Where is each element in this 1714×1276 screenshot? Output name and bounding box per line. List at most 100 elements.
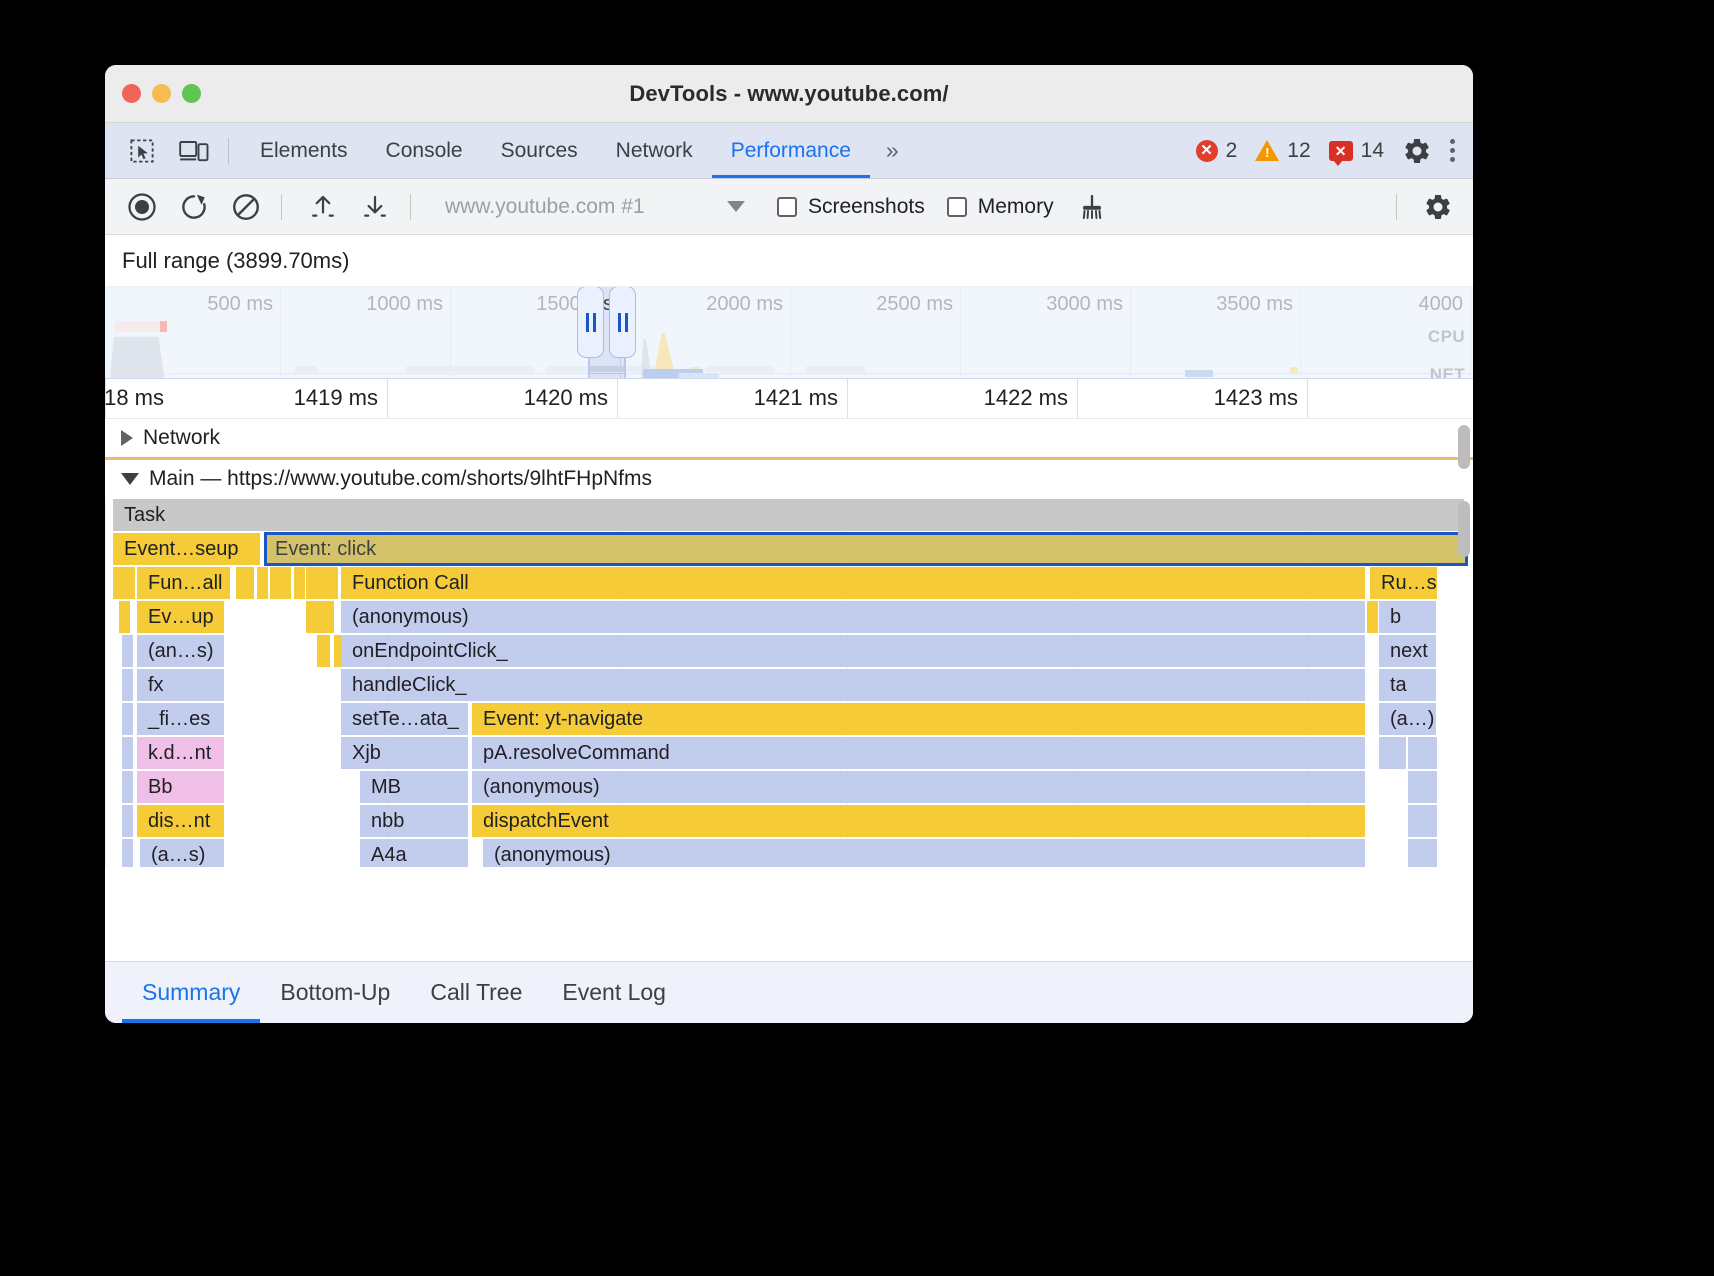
flame-bar-sliver[interactable] xyxy=(122,737,133,769)
flame-bar[interactable]: MB xyxy=(360,771,469,803)
device-toolbar-icon[interactable] xyxy=(172,129,216,173)
flame-row[interactable]: _fi…es setTe…ata_Event: yt-navigate (a…) xyxy=(105,702,1473,736)
flame-bar-sliver[interactable] xyxy=(236,567,254,599)
flame-bar-sliver[interactable] xyxy=(122,635,133,667)
flame-bar[interactable]: (anonymous) xyxy=(483,839,1366,867)
tab-elements[interactable]: Elements xyxy=(241,123,367,178)
flame-row[interactable]: k.d…nt XjbpA.resolveCommand xyxy=(105,736,1473,770)
flame-bar[interactable]: Fun…all xyxy=(137,567,231,599)
flame-bar[interactable]: ta xyxy=(1379,669,1437,701)
tracks-scrollbar-thumb[interactable] xyxy=(1458,501,1470,557)
flame-bar[interactable]: Event: click xyxy=(264,532,1468,566)
error-badge[interactable]: ✕ 2 xyxy=(1196,139,1238,163)
flame-bar-sliver[interactable] xyxy=(1408,771,1437,803)
clear-recording-icon[interactable] xyxy=(223,184,269,230)
tab-event-log[interactable]: Event Log xyxy=(542,962,686,1023)
tab-performance[interactable]: Performance xyxy=(712,123,870,178)
screenshots-checkbox-box[interactable] xyxy=(777,197,797,217)
flame-bar[interactable]: handleClick_ xyxy=(341,669,1366,701)
load-profile-icon[interactable] xyxy=(300,184,346,230)
track-group-main[interactable]: Main — https://www.youtube.com/shorts/9l… xyxy=(105,460,1473,498)
issues-badge[interactable]: ✕ 14 xyxy=(1329,139,1384,163)
flame-bar[interactable]: Bb xyxy=(137,771,225,803)
capture-settings-gear-icon[interactable] xyxy=(1415,184,1461,230)
more-tabs-icon[interactable]: » xyxy=(870,137,910,164)
tab-call-tree[interactable]: Call Tree xyxy=(410,962,542,1023)
save-profile-icon[interactable] xyxy=(352,184,398,230)
flame-bar-sliver[interactable] xyxy=(122,771,133,803)
flame-bar[interactable]: Event: yt-navigate xyxy=(472,703,1366,735)
flame-bar-sliver[interactable] xyxy=(122,703,133,735)
flame-row[interactable]: dis…nt nbbdispatchEvent xyxy=(105,804,1473,838)
overview-left-handle[interactable] xyxy=(577,287,604,358)
flame-bar-sliver[interactable] xyxy=(257,567,268,599)
flame-bar-sliver[interactable] xyxy=(1408,737,1437,769)
flame-bar[interactable]: Function Call xyxy=(341,567,1366,599)
flame-bar[interactable]: Ev…up xyxy=(137,601,225,633)
flame-bar[interactable]: _fi…es xyxy=(137,703,225,735)
flame-bar[interactable]: Task xyxy=(113,499,1465,531)
flame-bar-sliver[interactable] xyxy=(270,567,291,599)
flame-row[interactable]: Task xyxy=(105,498,1473,532)
triangle-down-icon[interactable] xyxy=(121,473,139,485)
collect-garbage-icon[interactable] xyxy=(1076,193,1108,221)
flame-bar-sliver[interactable] xyxy=(1408,839,1437,867)
flame-chart-tracks[interactable]: Network Main — https://www.youtube.com/s… xyxy=(105,419,1473,867)
flame-row[interactable]: Bb MB(anonymous) xyxy=(105,770,1473,804)
flame-row[interactable]: Ev…up(anonymous)b xyxy=(105,600,1473,634)
flame-row[interactable]: Fun…all Function CallRu…s xyxy=(105,566,1473,600)
memory-checkbox[interactable]: Memory xyxy=(947,195,1054,219)
flame-bar[interactable]: (anonymous) xyxy=(472,771,1366,803)
flame-bar-sliver[interactable] xyxy=(122,805,133,837)
flame-row[interactable]: fxhandleClick_ta xyxy=(105,668,1473,702)
triangle-right-icon[interactable] xyxy=(121,430,133,446)
flame-bar-sliver[interactable] xyxy=(306,567,338,599)
flame-bar[interactable]: onEndpointClick_ xyxy=(341,635,1366,667)
memory-checkbox-box[interactable] xyxy=(947,197,967,217)
flame-chart-rows[interactable]: TaskEvent…seupEvent: clickFun…allFunctio… xyxy=(105,498,1473,867)
tab-summary[interactable]: Summary xyxy=(122,962,260,1023)
inspect-element-icon[interactable] xyxy=(120,129,164,173)
flame-row[interactable]: Event…seupEvent: click xyxy=(105,532,1473,566)
flame-bar-sliver[interactable] xyxy=(317,635,330,667)
flame-bar-sliver[interactable] xyxy=(122,839,133,867)
flame-bar-sliver[interactable] xyxy=(1367,601,1378,633)
recording-select[interactable]: www.youtube.com #1 xyxy=(435,188,755,226)
record-button-icon[interactable] xyxy=(119,184,165,230)
devtools-settings-button[interactable] xyxy=(1402,136,1432,166)
flame-bar[interactable]: (a…s) xyxy=(140,839,225,867)
flame-bar[interactable]: (an…s) xyxy=(137,635,225,667)
tab-console[interactable]: Console xyxy=(367,123,482,178)
tab-bottom-up[interactable]: Bottom-Up xyxy=(260,962,410,1023)
flame-bar-sliver[interactable] xyxy=(294,567,305,599)
flame-bar[interactable]: A4a xyxy=(360,839,469,867)
warning-badge[interactable]: ! 12 xyxy=(1255,139,1310,163)
flame-bar-sliver[interactable] xyxy=(1379,737,1406,769)
flame-bar-sliver[interactable] xyxy=(122,669,133,701)
track-group-network[interactable]: Network xyxy=(105,419,1473,457)
flame-bar[interactable]: setTe…ata_ xyxy=(341,703,469,735)
overview-right-handle[interactable] xyxy=(609,287,636,358)
kebab-menu-icon[interactable] xyxy=(1442,139,1473,162)
flame-bar[interactable]: (a…) xyxy=(1379,703,1437,735)
flame-bar[interactable]: pA.resolveCommand xyxy=(472,737,1366,769)
flame-bar[interactable]: Event…seup xyxy=(113,533,261,565)
timeline-overview[interactable]: 500 ms 1000 ms 1500 ms 2000 ms 2500 ms 3… xyxy=(105,287,1473,379)
flame-bar[interactable]: Xjb xyxy=(341,737,469,769)
flame-bar-sliver[interactable] xyxy=(1408,805,1437,837)
flame-bar[interactable]: k.d…nt xyxy=(137,737,225,769)
flame-row[interactable]: (an…s)onEndpointClick_next xyxy=(105,634,1473,668)
tab-network[interactable]: Network xyxy=(597,123,712,178)
flame-bar-sliver[interactable] xyxy=(306,601,334,633)
overview-dim-right[interactable] xyxy=(626,287,1473,378)
flame-bar[interactable]: nbb xyxy=(360,805,469,837)
flame-row[interactable]: (a…s) A4a (anonymous) xyxy=(105,838,1473,867)
flame-bar[interactable]: dispatchEvent xyxy=(472,805,1366,837)
flame-bar-sliver[interactable] xyxy=(119,601,130,633)
reload-and-record-icon[interactable] xyxy=(171,184,217,230)
flame-bar[interactable]: dis…nt xyxy=(137,805,225,837)
flame-bar-sliver[interactable] xyxy=(113,567,135,599)
screenshots-checkbox[interactable]: Screenshots xyxy=(777,195,925,219)
overview-dim-left[interactable] xyxy=(105,287,588,378)
flame-bar[interactable]: Ru…s xyxy=(1370,567,1438,599)
